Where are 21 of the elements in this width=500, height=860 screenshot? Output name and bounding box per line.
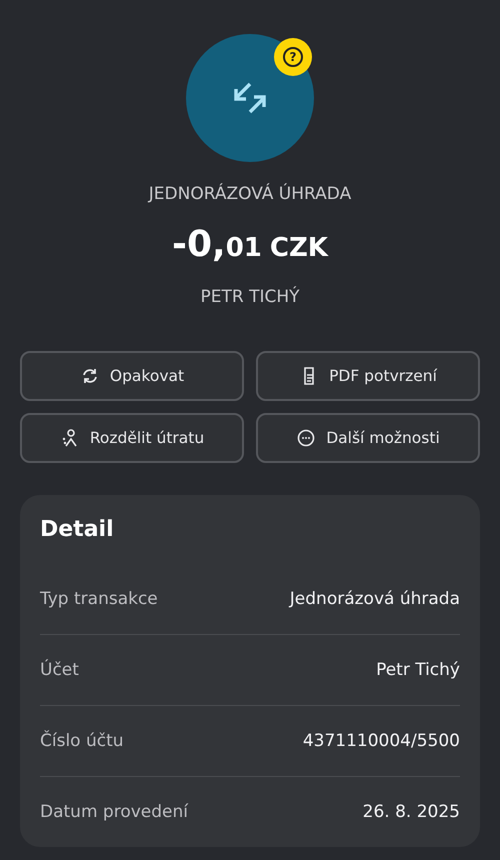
repeat-button[interactable]: Opakovat [20, 351, 244, 401]
counterparty-name: PETR TICHÝ [200, 287, 300, 307]
detail-label: Datum provedení [40, 802, 188, 822]
help-icon: ? [283, 47, 303, 67]
transaction-type: JEDNORÁZOVÁ ÚHRADA [148, 184, 352, 204]
split-button[interactable]: Rozdělit útratu [20, 413, 244, 463]
amount-decimal: 01 [226, 233, 262, 263]
detail-label: Typ transakce [40, 589, 158, 609]
detail-value: Petr Tichý [376, 660, 460, 680]
help-badge[interactable]: ? [274, 38, 312, 76]
detail-label: Účet [40, 660, 79, 680]
more-button[interactable]: Další možnosti [256, 413, 480, 463]
more-icon [296, 428, 316, 448]
detail-label: Číslo účtu [40, 731, 124, 751]
detail-value: 26. 8. 2025 [362, 802, 460, 822]
currency: CZK [270, 233, 328, 263]
pdf-button[interactable]: PDF potvrzení [256, 351, 480, 401]
detail-value: Jednorázová úhrada [290, 589, 460, 609]
detail-title: Detail [40, 517, 115, 542]
detail-value: 4371110004/5500 [302, 731, 460, 751]
amount-whole: -0, [172, 224, 226, 265]
